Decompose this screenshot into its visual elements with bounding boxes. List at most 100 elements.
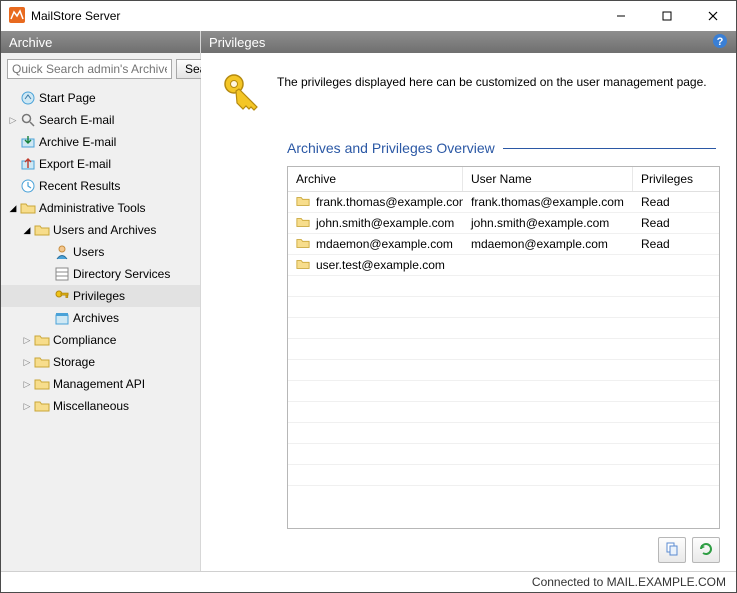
cell-priv: Read — [633, 195, 719, 209]
collapse-icon[interactable]: ◢ — [7, 203, 19, 214]
statusbar: Connected to MAIL.EXAMPLE.COM — [1, 571, 736, 592]
tree-item-compliance[interactable]: ▷ Compliance — [1, 329, 200, 351]
tree-item-recent-results[interactable]: Recent Results — [1, 175, 200, 197]
table-row-empty — [288, 339, 719, 360]
tree-label: Users and Archives — [51, 223, 156, 237]
key-icon — [53, 288, 71, 304]
table-row-empty — [288, 297, 719, 318]
intro-text: The privileges displayed here can be cus… — [277, 69, 707, 89]
search-icon — [19, 112, 37, 128]
table-body: frank.thomas@example.com frank.thomas@ex… — [288, 192, 719, 528]
expand-icon[interactable]: ▷ — [21, 401, 33, 412]
tree-label: Storage — [51, 355, 95, 369]
tree-label: Archives — [71, 311, 119, 325]
tree-label: Administrative Tools — [37, 201, 146, 215]
expand-icon[interactable]: ▷ — [21, 379, 33, 390]
column-header-archive[interactable]: Archive — [288, 167, 463, 191]
collapse-icon[interactable]: ◢ — [21, 225, 33, 236]
folder-icon — [296, 236, 310, 253]
tree-item-admin-tools[interactable]: ◢ Administrative Tools — [1, 197, 200, 219]
table-row[interactable]: frank.thomas@example.com frank.thomas@ex… — [288, 192, 719, 213]
sidebar-title: Archive — [9, 35, 52, 50]
tree-item-misc[interactable]: ▷ Miscellaneous — [1, 395, 200, 417]
section-title: Archives and Privileges Overview — [287, 140, 495, 156]
refresh-button[interactable] — [692, 537, 720, 563]
tree-item-storage[interactable]: ▷ Storage — [1, 351, 200, 373]
tree-label: Management API — [51, 377, 145, 391]
tree-label: Directory Services — [71, 267, 170, 281]
sidebar-header: Archive — [1, 31, 200, 53]
tree-item-directory-services[interactable]: Directory Services — [1, 263, 200, 285]
table-header: Archive User Name Privileges — [288, 167, 719, 192]
tree-item-users-archives[interactable]: ◢ Users and Archives — [1, 219, 200, 241]
folder-icon — [33, 222, 51, 238]
copy-icon — [664, 541, 680, 560]
copy-button[interactable] — [658, 537, 686, 563]
cell-user: frank.thomas@example.com — [463, 195, 633, 209]
folder-icon — [296, 215, 310, 232]
archive-out-icon — [19, 156, 37, 172]
folder-icon — [296, 257, 310, 274]
folder-icon — [33, 354, 51, 370]
table-row-empty — [288, 402, 719, 423]
column-header-privileges[interactable]: Privileges — [633, 167, 719, 191]
archive-in-icon — [19, 134, 37, 150]
clock-icon — [19, 178, 37, 194]
maximize-button[interactable] — [644, 1, 690, 31]
folder-icon — [33, 376, 51, 392]
cell-archive: mdaemon@example.com — [316, 237, 453, 251]
help-button[interactable]: ? — [712, 33, 728, 52]
tree-item-privileges[interactable]: Privileges — [1, 285, 200, 307]
table-row-empty — [288, 360, 719, 381]
cell-archive: user.test@example.com — [316, 258, 445, 272]
tree-label: Export E-mail — [37, 157, 111, 171]
folder-icon — [33, 332, 51, 348]
page-title: Privileges — [209, 35, 265, 50]
tree-label: Archive E-mail — [37, 135, 116, 149]
table-row-empty — [288, 381, 719, 402]
status-text: Connected to MAIL.EXAMPLE.COM — [532, 575, 726, 589]
nav-tree: Start Page ▷ Search E-mail Archive E-mai… — [1, 85, 200, 571]
table-row[interactable]: user.test@example.com — [288, 255, 719, 276]
folder-icon — [33, 398, 51, 414]
home-icon — [19, 90, 37, 106]
tree-item-export-email[interactable]: Export E-mail — [1, 153, 200, 175]
column-header-user[interactable]: User Name — [463, 167, 633, 191]
folder-icon — [19, 200, 37, 216]
table-row[interactable]: john.smith@example.com john.smith@exampl… — [288, 213, 719, 234]
table-row-empty — [288, 318, 719, 339]
cell-archive: john.smith@example.com — [316, 216, 454, 230]
tree-label: Privileges — [71, 289, 125, 303]
tree-item-archives[interactable]: Archives — [1, 307, 200, 329]
minimize-button[interactable] — [598, 1, 644, 31]
expand-icon[interactable]: ▷ — [21, 357, 33, 368]
tree-label: Compliance — [51, 333, 116, 347]
section-divider — [503, 148, 716, 149]
table-row-empty — [288, 276, 719, 297]
cell-user: mdaemon@example.com — [463, 237, 633, 251]
tree-item-search-email[interactable]: ▷ Search E-mail — [1, 109, 200, 131]
quick-search-input[interactable] — [7, 59, 172, 79]
tree-label: Search E-mail — [37, 113, 114, 127]
sidebar: Archive Search Start Page ▷ — [1, 31, 201, 571]
directory-icon — [53, 266, 71, 282]
table-row[interactable]: mdaemon@example.com mdaemon@example.com … — [288, 234, 719, 255]
expand-icon[interactable]: ▷ — [21, 335, 33, 346]
application-window: MailStore Server Archive Search — [0, 0, 737, 593]
tree-item-start-page[interactable]: Start Page — [1, 87, 200, 109]
close-button[interactable] — [690, 1, 736, 31]
tree-item-archive-email[interactable]: Archive E-mail — [1, 131, 200, 153]
table-row-empty — [288, 444, 719, 465]
tree-label: Recent Results — [37, 179, 120, 193]
app-logo-icon — [9, 7, 25, 26]
tree-label: Miscellaneous — [51, 399, 129, 413]
user-icon — [53, 244, 71, 260]
tree-item-management-api[interactable]: ▷ Management API — [1, 373, 200, 395]
cell-user: john.smith@example.com — [463, 216, 633, 230]
cell-priv: Read — [633, 216, 719, 230]
tree-item-users[interactable]: Users — [1, 241, 200, 263]
svg-text:?: ? — [717, 36, 724, 48]
table-row-empty — [288, 423, 719, 444]
main-panel: Privileges ? The privileges displayed he… — [201, 31, 736, 571]
expand-icon[interactable]: ▷ — [7, 115, 19, 126]
